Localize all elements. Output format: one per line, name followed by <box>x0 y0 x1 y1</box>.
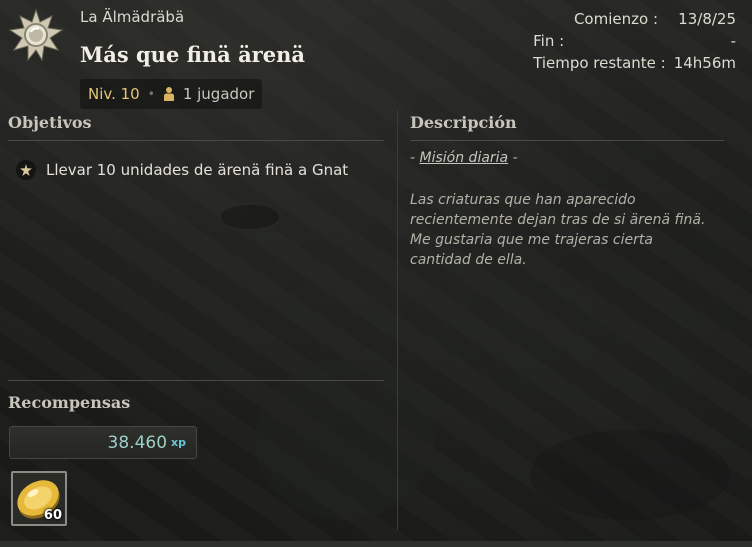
objective-item: Llevar 10 unidades de ärenä finä a Gnat <box>16 160 348 180</box>
rewards-title: Recompensas <box>8 393 131 412</box>
background-shape <box>530 430 730 520</box>
end-value: - <box>730 32 736 50</box>
quest-type-link[interactable]: Misión diaria <box>420 150 509 166</box>
quest-title: Más que finä ärenä <box>80 42 305 67</box>
separator-dot: • <box>147 87 155 101</box>
background-shape <box>255 360 435 520</box>
xp-unit: xp <box>171 436 186 449</box>
column-divider <box>397 110 398 530</box>
objectives-divider <box>8 140 384 141</box>
sun-badge-icon <box>8 8 64 64</box>
person-icon <box>163 86 175 102</box>
bottom-strip <box>0 541 752 547</box>
quest-type: - Misión diaria - <box>410 150 518 166</box>
item-quantity: 60 <box>43 508 62 523</box>
remaining-label: Tiempo restante : <box>533 54 666 72</box>
xp-reward: 38.460 xp <box>9 426 197 459</box>
description-title: Descripción <box>410 113 517 132</box>
quest-type-suffix: - <box>508 150 518 166</box>
player-count: 1 jugador <box>182 85 255 103</box>
zone-name: La Älmädräbä <box>80 8 185 26</box>
description-divider <box>410 140 724 141</box>
remaining-value: 14h56m <box>673 54 736 72</box>
quest-level: Niv. 10 <box>88 85 140 103</box>
reward-item-slot[interactable]: 60 <box>11 471 67 526</box>
end-label: Fin : <box>533 32 565 50</box>
start-label: Comienzo : <box>573 10 658 28</box>
objective-text: Llevar 10 unidades de ärenä finä a Gnat <box>46 161 349 179</box>
quest-dates: Comienzo : 13/8/25 Fin : - Tiempo restan… <box>533 8 736 74</box>
quest-meta: Niv. 10 • 1 jugador <box>80 79 263 109</box>
start-value: 13/8/25 <box>678 10 736 28</box>
description-text: Las criaturas que han aparecido reciente… <box>410 192 706 268</box>
background-shape <box>218 202 282 232</box>
rewards-divider <box>8 380 384 381</box>
star-bullet-icon <box>16 160 36 180</box>
quest-type-prefix: - <box>410 150 420 166</box>
xp-value: 38.460 <box>107 432 168 453</box>
objectives-title: Objetivos <box>8 113 92 132</box>
